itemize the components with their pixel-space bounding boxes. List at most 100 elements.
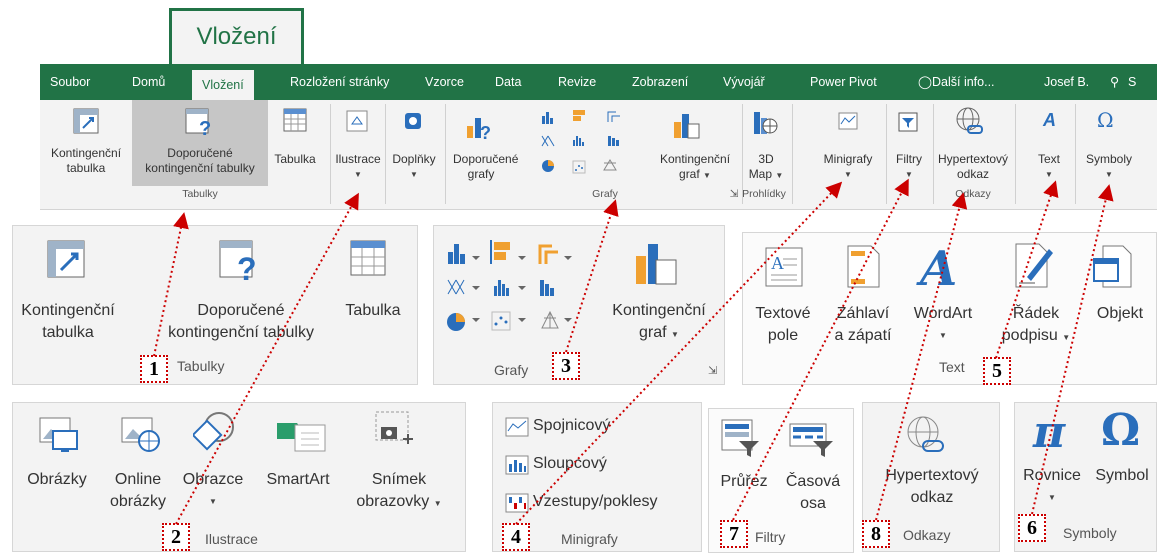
- label-line: tabulka: [42, 324, 94, 341]
- smartart-button[interactable]: SmartArt: [258, 469, 338, 491]
- prurez-button[interactable]: Průřez: [709, 471, 779, 493]
- hyperlink-icon: [907, 416, 944, 452]
- rovnice-button[interactable]: Rovnice ▼: [1019, 465, 1085, 509]
- user-name[interactable]: Josef B.: [1044, 64, 1089, 100]
- snimek-obrazovky-button[interactable]: Snímek obrazovky ▼: [349, 469, 449, 515]
- tabulka-button[interactable]: Tabulka: [333, 300, 413, 322]
- pivot-chart-icon: [674, 114, 700, 139]
- tell-me-icon[interactable]: ◯: [918, 64, 932, 100]
- screenshot-icon: [375, 411, 413, 444]
- symbol-button[interactable]: Symbol: [1087, 465, 1157, 487]
- symboly-button[interactable]: Symboly ▼: [1080, 152, 1138, 182]
- text-button[interactable]: Text ▼: [1028, 152, 1070, 182]
- kontingencni-tabulka-button[interactable]: Kontingenční tabulka: [40, 146, 132, 176]
- pivot-chart-icon: [636, 244, 677, 285]
- label-line: Ilustrace: [335, 152, 381, 166]
- label-line: Hypertextový: [938, 152, 1009, 166]
- chart-gallery-icons[interactable]: [538, 108, 638, 178]
- label-line: obrazovky ▼: [349, 491, 449, 515]
- chart-gallery-icons[interactable]: [444, 238, 584, 338]
- slicer-icon: [721, 419, 759, 457]
- tab-domu[interactable]: Domů: [132, 64, 165, 100]
- spojnicovy-button[interactable]: Spojnicový: [533, 415, 610, 437]
- tab-data[interactable]: Data: [495, 64, 521, 100]
- tab-soubor[interactable]: Soubor: [50, 64, 90, 100]
- column-sparkline-icon: [505, 455, 529, 475]
- kontingencni-graf-button[interactable]: Kontingenční graf ▼: [594, 300, 724, 346]
- kontingencni-graf-button[interactable]: Kontingenční graf ▼: [652, 152, 738, 183]
- share-label[interactable]: S: [1128, 64, 1136, 100]
- doporucene-grafy-button[interactable]: Doporučené grafy: [453, 152, 518, 182]
- label-line: SmartArt: [266, 471, 330, 488]
- 3d-map-icon: [754, 112, 778, 134]
- label-line: Záhlaví: [836, 305, 890, 322]
- label-line: odkaz: [956, 167, 990, 181]
- label-line: graf ▼: [652, 167, 738, 183]
- casova-osa-button[interactable]: Časová osa: [773, 471, 853, 515]
- label-line: podpisu ▼: [991, 325, 1081, 349]
- obrazce-button[interactable]: Obrazce ▼: [178, 469, 248, 513]
- textove-pole-button[interactable]: Textové pole: [743, 303, 823, 347]
- omega-icon: Ω: [1101, 405, 1141, 456]
- hyperlink-icon: [956, 107, 983, 134]
- chevron-down-icon: ▼: [671, 330, 679, 339]
- group-label: Odkazy: [903, 527, 951, 543]
- online-pictures-icon: [121, 417, 160, 452]
- label-line: Rovnice: [1023, 467, 1081, 484]
- sloupcovy-button[interactable]: Sloupcový: [533, 453, 607, 475]
- winloss-sparkline-icon: [505, 493, 529, 513]
- separator: [330, 104, 331, 204]
- doporucene-kt-button[interactable]: Doporučené kontingenční tabulky: [141, 300, 341, 344]
- radek-podpisu-button[interactable]: Řádek podpisu ▼: [991, 303, 1081, 349]
- line-sparkline-icon: [505, 417, 529, 437]
- table-icon: [350, 240, 386, 276]
- minigrafy-button[interactable]: Minigrafy ▼: [815, 152, 881, 182]
- obrazky-button[interactable]: Obrázky: [17, 469, 97, 491]
- dialog-launcher-icon[interactable]: ⇲: [708, 364, 717, 377]
- panel-text: A A Textové pole Záhlaví a zápatí WordArt ▼…: [742, 232, 1157, 385]
- label-line: pole: [767, 327, 799, 344]
- objekt-button[interactable]: Objekt: [1083, 303, 1157, 325]
- online-obrazky-button[interactable]: Online obrázky: [103, 469, 173, 513]
- tab-vzorce[interactable]: Vzorce: [425, 64, 464, 100]
- label-line: a zápatí: [834, 327, 892, 344]
- label-text: Map: [748, 167, 773, 181]
- label-line: obrázky: [109, 493, 167, 510]
- tab-vlozeni[interactable]: Vložení: [192, 70, 254, 100]
- filtry-button[interactable]: Filtry ▼: [888, 152, 930, 182]
- wordart-button[interactable]: WordArt ▼: [903, 303, 983, 347]
- callout-number: 5: [983, 357, 1011, 385]
- share-icon[interactable]: ⚲: [1110, 64, 1119, 100]
- chevron-down-icon: ▼: [775, 171, 784, 180]
- label-line: WordArt: [913, 305, 973, 322]
- 3d-map-button[interactable]: 3D Map ▼: [745, 152, 787, 183]
- tab-vyvojar[interactable]: Vývojář: [723, 64, 765, 100]
- wordart-icon: A: [920, 241, 958, 297]
- chevron-down-icon: ▼: [703, 171, 711, 180]
- timeline-icon: [789, 423, 833, 457]
- hypertextovy-odkaz-button[interactable]: Hypertextový odkaz: [863, 465, 1001, 509]
- label-line: Kontingenční: [50, 146, 122, 160]
- tab-rozlozeni[interactable]: Rozložení stránky: [290, 64, 389, 100]
- tab-zobrazeni[interactable]: Zobrazení: [632, 64, 688, 100]
- tabulka-button[interactable]: Tabulka: [270, 152, 320, 167]
- separator: [385, 104, 386, 204]
- svg-text:?: ?: [237, 251, 257, 282]
- ilustrace-button[interactable]: Ilustrace ▼: [333, 152, 383, 182]
- kontingencni-tabulka-button[interactable]: Kontingenční tabulka: [13, 300, 123, 344]
- doplnky-button[interactable]: Doplňky ▼: [388, 152, 440, 182]
- label-text: obrazovky: [356, 493, 430, 510]
- svg-text:?: ?: [480, 123, 491, 140]
- zahlavi-zapati-button[interactable]: Záhlaví a zápatí: [823, 303, 903, 347]
- chevron-down-icon: ▼: [410, 170, 418, 179]
- ribbon-tab-bar: Soubor Domů Vložení Rozložení stránky Vz…: [40, 64, 1157, 100]
- shapes-icon: [193, 412, 234, 451]
- doporucene-kt-button[interactable]: ? Doporučené kontingenční tabulky: [132, 100, 268, 186]
- tab-dalsi-info[interactable]: Další info...: [932, 64, 995, 100]
- hypertextovy-odkaz-button[interactable]: Hypertextový odkaz: [938, 152, 1008, 182]
- object-icon: [1093, 245, 1132, 288]
- addins-icon: [405, 113, 421, 129]
- vzestupy-poklesy-button[interactable]: Vzestupy/poklesy: [533, 491, 658, 513]
- tab-power-pivot[interactable]: Power Pivot: [810, 64, 877, 100]
- tab-revize[interactable]: Revize: [558, 64, 596, 100]
